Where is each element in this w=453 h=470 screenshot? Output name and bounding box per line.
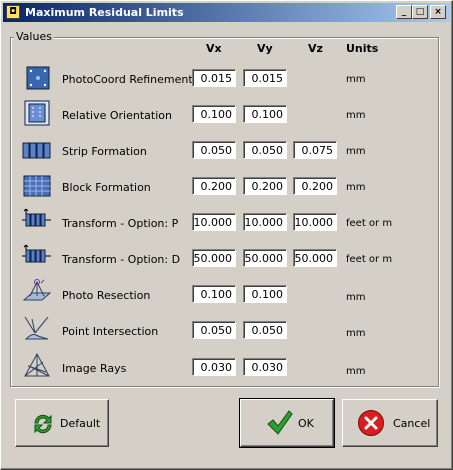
- transform-p-unit: feet or m: [346, 218, 393, 229]
- transform-d-vx-field[interactable]: 50.000: [192, 249, 236, 267]
- ok-button[interactable]: OK: [239, 398, 335, 448]
- photo-resection-vy-field[interactable]: 0.100: [243, 285, 287, 303]
- relative-orientation-unit: mm: [346, 110, 366, 121]
- row-label-photocoord: PhotoCoord Refinement: [62, 73, 193, 86]
- photocoord-vx-field[interactable]: 0.015: [192, 69, 236, 87]
- close-button[interactable]: ×: [430, 5, 446, 19]
- block-formation-vz-field[interactable]: 0.200: [293, 177, 337, 195]
- checkmark-icon: [265, 409, 293, 440]
- point-intersection-vx-field[interactable]: 0.050: [192, 321, 236, 339]
- photo-resection-icon: [22, 278, 52, 304]
- strip-formation-vy-field[interactable]: 0.050: [243, 141, 287, 159]
- photocoord-icon: [22, 65, 52, 91]
- row-label-transform-d: Transform - Option: D: [62, 253, 181, 266]
- row-label-relative-orientation: Relative Orientation: [62, 109, 172, 122]
- image-rays-vy-field[interactable]: 0.030: [243, 358, 287, 376]
- window-title: Maximum Residual Limits: [25, 6, 184, 19]
- header-units: Units: [346, 42, 379, 55]
- row-label-transform-p: Transform - Option: P: [62, 217, 179, 230]
- ok-button-label: OK: [298, 417, 314, 430]
- transform-d-icon: [22, 243, 52, 269]
- block-formation-vx-field[interactable]: 0.200: [192, 177, 236, 195]
- photocoord-unit: mm: [346, 74, 366, 85]
- default-button-label: Default: [60, 417, 101, 430]
- row-label-image-rays: Image Rays: [62, 362, 127, 375]
- row-label-strip-formation: Strip Formation: [62, 145, 147, 158]
- header-vx: Vx: [206, 42, 222, 55]
- transform-p-icon: [22, 207, 52, 233]
- row-label-block-formation: Block Formation: [62, 181, 151, 194]
- cancel-button[interactable]: Cancel: [342, 399, 438, 447]
- row-label-photo-resection: Photo Resection: [62, 289, 151, 302]
- transform-d-unit: feet or m: [346, 254, 393, 265]
- transform-p-vx-field[interactable]: 10.000: [192, 213, 236, 231]
- default-button[interactable]: Default: [15, 399, 109, 447]
- maximize-button[interactable]: □: [412, 5, 428, 19]
- strip-formation-icon: [22, 138, 52, 164]
- transform-d-vz-field[interactable]: 50.000: [293, 249, 337, 267]
- block-formation-vy-field[interactable]: 0.200: [243, 177, 287, 195]
- image-rays-vx-field[interactable]: 0.030: [192, 358, 236, 376]
- cancel-button-label: Cancel: [393, 417, 431, 430]
- strip-formation-unit: mm: [346, 146, 366, 157]
- photo-resection-unit: mm: [346, 292, 366, 303]
- refresh-icon: [30, 411, 56, 440]
- image-rays-icon: [22, 352, 52, 378]
- block-formation-icon: [22, 173, 52, 199]
- point-intersection-icon: [22, 315, 52, 341]
- transform-d-vy-field[interactable]: 50.000: [243, 249, 287, 267]
- relative-orientation-icon: [22, 100, 52, 126]
- header-vy: Vy: [257, 42, 273, 55]
- header-vz: Vz: [308, 42, 323, 55]
- point-intersection-vy-field[interactable]: 0.050: [243, 321, 287, 339]
- photo-resection-vx-field[interactable]: 0.100: [192, 285, 236, 303]
- strip-formation-vx-field[interactable]: 0.050: [192, 141, 236, 159]
- transform-p-vz-field[interactable]: 10.000: [293, 213, 337, 231]
- photocoord-vy-field[interactable]: 0.015: [243, 69, 287, 87]
- values-group-label: Values: [14, 30, 54, 43]
- title-bar[interactable]: ◘ Maximum Residual Limits _ □ ×: [3, 3, 450, 22]
- app-icon: ◘: [6, 5, 20, 19]
- transform-p-vy-field[interactable]: 10.000: [243, 213, 287, 231]
- relative-orientation-vy-field[interactable]: 0.100: [243, 105, 287, 123]
- strip-formation-vz-field[interactable]: 0.075: [293, 141, 337, 159]
- minimize-button[interactable]: _: [396, 5, 412, 19]
- image-rays-unit: mm: [346, 366, 366, 377]
- relative-orientation-vx-field[interactable]: 0.100: [192, 105, 236, 123]
- block-formation-unit: mm: [346, 182, 366, 193]
- point-intersection-unit: mm: [346, 328, 366, 339]
- cancel-x-icon: [357, 409, 385, 440]
- row-label-point-intersection: Point Intersection: [62, 325, 159, 338]
